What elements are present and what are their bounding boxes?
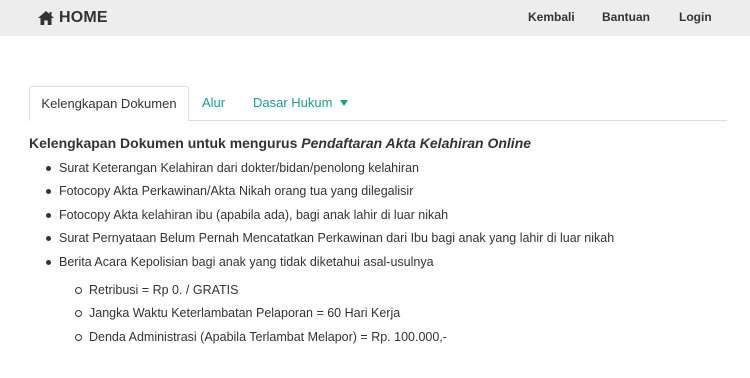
fees-list: Retribusi = Rp 0. / GRATIS Jangka Waktu … <box>29 280 447 350</box>
brand-label: HOME <box>59 9 108 26</box>
login-link[interactable]: Login <box>679 10 712 24</box>
list-item: Fotocopy Akta Perkawinan/Akta Nikah oran… <box>29 181 614 204</box>
tab-legal-label: Dasar Hukum <box>253 95 333 110</box>
list-item: Retribusi = Rp 0. / GRATIS <box>29 280 447 303</box>
help-link[interactable]: Bantuan <box>602 10 650 24</box>
back-link[interactable]: Kembali <box>528 10 575 24</box>
list-item: Jangka Waktu Keterlambatan Pelaporan = 6… <box>29 303 447 326</box>
tab-bar: Kelengkapan Dokumen Alur Dasar Hukum <box>29 86 727 121</box>
tab-flow-label: Alur <box>202 95 226 110</box>
list-item: Denda Administrasi (Apabila Terlambat Me… <box>29 327 447 350</box>
list-item: Berita Acara Kepolisian bagi anak yang t… <box>29 252 614 275</box>
tab-legal-dropdown[interactable]: Dasar Hukum <box>253 86 349 120</box>
list-item: Surat Keterangan Kelahiran dari dokter/b… <box>29 158 614 181</box>
content-title-emphasis: Pendaftaran Akta Kelahiran Online <box>301 135 532 151</box>
brand-home-link[interactable]: HOME <box>38 9 108 27</box>
tab-documents-label: Kelengkapan Dokumen <box>41 96 177 111</box>
navbar: HOME Kembali Bantuan Login <box>0 0 750 36</box>
list-item: Surat Pernyataan Belum Pernah Mencatatka… <box>29 228 614 251</box>
content-title: Kelengkapan Dokumen untuk mengurus Penda… <box>29 135 531 151</box>
content-title-prefix: Kelengkapan Dokumen untuk mengurus <box>29 135 302 151</box>
caret-down-icon <box>340 99 349 106</box>
home-icon <box>38 11 54 25</box>
requirements-list: Surat Keterangan Kelahiran dari dokter/b… <box>29 158 614 275</box>
tab-documents[interactable]: Kelengkapan Dokumen <box>29 86 189 121</box>
tab-flow[interactable]: Alur <box>202 86 225 120</box>
list-item: Fotocopy Akta kelahiran ibu (apabila ada… <box>29 205 614 228</box>
